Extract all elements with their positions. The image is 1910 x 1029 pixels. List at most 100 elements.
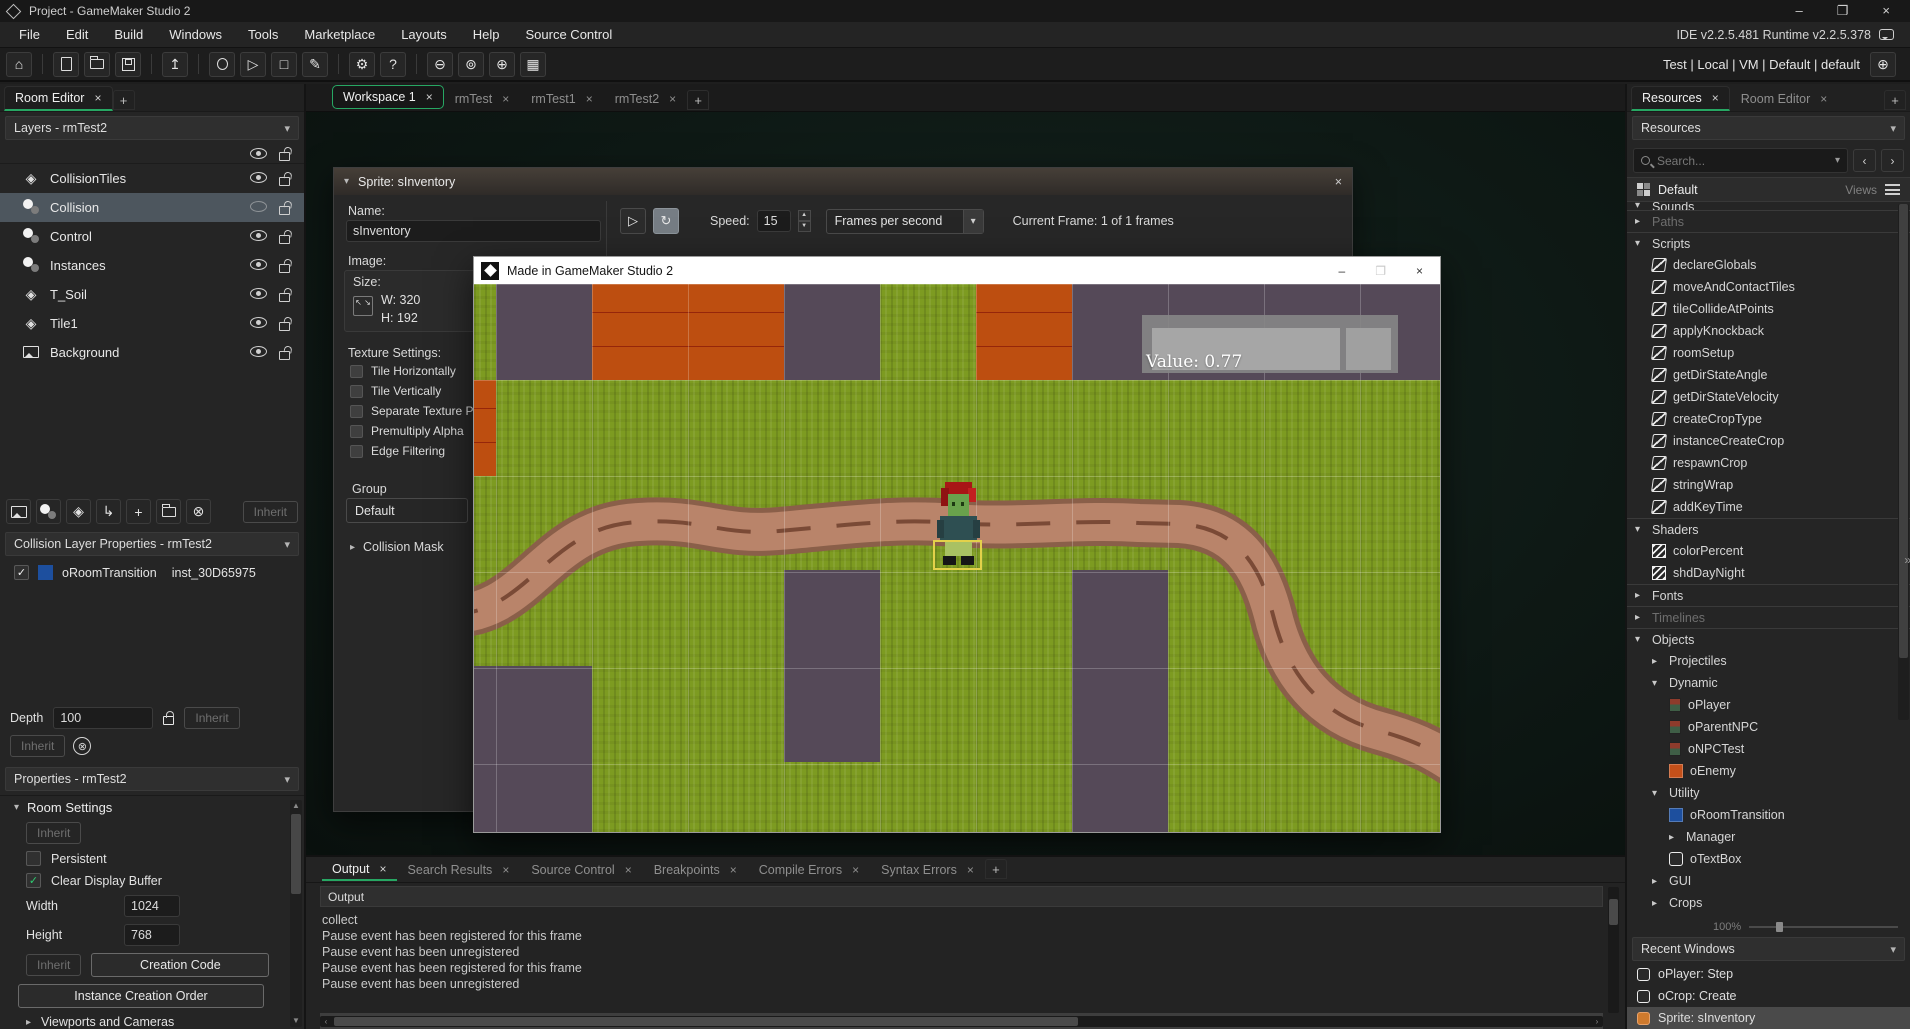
output-log[interactable]: collectPause event has been registered f… xyxy=(306,907,1625,1012)
search-input[interactable]: Search... ▾ xyxy=(1633,148,1848,173)
collapsed-arrow-icon[interactable]: ▸ xyxy=(1635,612,1645,623)
output-hscrollbar[interactable]: ‹ › xyxy=(320,1016,1603,1027)
game-viewport[interactable]: Value: 0.77 xyxy=(474,284,1440,832)
tree-item-shddaynight[interactable]: shdDayNight xyxy=(1627,562,1910,584)
scrollbar-thumb[interactable] xyxy=(1899,204,1908,658)
depth-input[interactable]: 100 xyxy=(53,707,153,729)
tree-item-tilecollideatpoints[interactable]: tileCollideAtPoints xyxy=(1627,298,1910,320)
collapse-arrow-icon[interactable]: ▾ xyxy=(344,176,349,187)
tab-add-tab[interactable]: + xyxy=(113,90,135,110)
tree-item-gui[interactable]: ▸GUI xyxy=(1627,870,1910,892)
layer-row-instances[interactable]: Instances xyxy=(0,251,304,280)
lock-icon[interactable] xyxy=(279,264,290,273)
speed-stepper[interactable]: ▲▼ xyxy=(798,210,811,232)
tree-item-stringwrap[interactable]: stringWrap xyxy=(1627,474,1910,496)
tree-item-shaders[interactable]: ▾Shaders xyxy=(1627,518,1910,540)
group-dropdown[interactable]: Default xyxy=(346,498,468,523)
tab-rmtest1[interactable]: rmTest1× xyxy=(520,87,603,111)
close-tab-icon[interactable]: × xyxy=(586,92,593,106)
clean-button[interactable]: ✎ xyxy=(302,52,328,77)
help-button[interactable]: ? xyxy=(380,52,406,77)
search-prev-button[interactable]: ‹ xyxy=(1853,149,1876,172)
scrollbar-thumb[interactable] xyxy=(1609,899,1618,925)
tree-item-timelines[interactable]: ▸Timelines xyxy=(1627,606,1910,628)
close-tab-icon[interactable]: × xyxy=(380,862,387,876)
speed-input[interactable]: 15 xyxy=(757,210,791,232)
game-window-titlebar[interactable]: Made in GameMaker Studio 2 – ❐ × xyxy=(474,257,1440,284)
collapsed-arrow-icon[interactable]: ▸ xyxy=(1635,590,1645,601)
loop-animation-button[interactable]: ↻ xyxy=(653,208,679,234)
creation-code-button[interactable]: Creation Code xyxy=(91,953,269,977)
close-tab-icon[interactable]: × xyxy=(852,863,859,877)
scrollbar-thumb[interactable] xyxy=(291,814,301,894)
tree-item-paths[interactable]: ▸Paths xyxy=(1627,210,1910,232)
path-layer-button[interactable]: ↳ xyxy=(96,499,121,524)
expand-arrow-icon[interactable]: ▾ xyxy=(1635,202,1645,210)
collapsed-arrow-icon[interactable]: ▸ xyxy=(1669,832,1679,843)
game-minimize-button[interactable]: – xyxy=(1339,264,1346,278)
tree-item-utility[interactable]: ▾Utility xyxy=(1627,782,1910,804)
settings-inherit-button[interactable]: Inherit xyxy=(26,954,81,976)
home-button[interactable]: ⌂ xyxy=(6,52,32,77)
recent-sprite-sinventory[interactable]: Sprite: sInventory xyxy=(1627,1007,1910,1029)
target-manager-button[interactable]: ⊕ xyxy=(1870,52,1896,77)
expand-arrow-icon[interactable]: ▾ xyxy=(1635,238,1645,249)
expand-arrow-icon[interactable]: ▾ xyxy=(14,802,19,813)
expand-arrow-icon[interactable]: ▾ xyxy=(1635,634,1645,645)
lock-icon[interactable] xyxy=(279,235,290,244)
collapsed-arrow-icon[interactable]: ▸ xyxy=(1652,656,1662,667)
clear-display-buffer-checkbox[interactable]: ✓ xyxy=(26,873,41,888)
visibility-eye-icon[interactable] xyxy=(250,230,267,241)
collapsed-arrow-icon[interactable]: ▸ xyxy=(1635,216,1645,227)
tree-item-projectiles[interactable]: ▸Projectiles xyxy=(1627,650,1910,672)
tab-workspace-1[interactable]: Workspace 1× xyxy=(332,85,444,109)
cancel-icon[interactable]: ⊗ xyxy=(73,737,91,755)
feedback-chat-icon[interactable] xyxy=(1879,29,1894,40)
tab-rmtest[interactable]: rmTest× xyxy=(444,87,521,111)
tab-resources[interactable]: Resources× xyxy=(1631,86,1730,111)
tab-output[interactable]: Output× xyxy=(322,859,397,881)
settings-button[interactable]: ⚙ xyxy=(349,52,375,77)
collision-layer-properties-header[interactable]: Collision Layer Properties - rmTest2 ▾ xyxy=(5,532,299,556)
recent-ocrop-create[interactable]: oCrop: Create xyxy=(1627,985,1910,1007)
close-tab-icon[interactable]: × xyxy=(669,92,676,106)
tree-item-oparentnpc[interactable]: oParentNPC xyxy=(1627,716,1910,738)
tree-item-scripts[interactable]: ▾Scripts xyxy=(1627,232,1910,254)
tab-room-editor[interactable]: Room Editor× xyxy=(4,86,113,111)
visibility-eye-icon[interactable] xyxy=(250,259,267,270)
menu-icon[interactable] xyxy=(1885,184,1900,195)
lock-icon[interactable] xyxy=(279,293,290,302)
lock-icon[interactable] xyxy=(279,177,290,186)
layer-row-t-soil[interactable]: ◈T_Soil xyxy=(0,280,304,309)
menu-help[interactable]: Help xyxy=(460,22,513,48)
layer-row-collisiontiles[interactable]: ◈CollisionTiles xyxy=(0,164,304,193)
tab-source-control[interactable]: Source Control× xyxy=(520,859,642,881)
tree-item-roomsetup[interactable]: roomSetup xyxy=(1627,342,1910,364)
menu-marketplace[interactable]: Marketplace xyxy=(291,22,388,48)
menu-edit[interactable]: Edit xyxy=(53,22,101,48)
menu-file[interactable]: File xyxy=(6,22,53,48)
tab-add-tab[interactable]: + xyxy=(985,859,1007,879)
search-next-button[interactable]: › xyxy=(1881,149,1904,172)
stop-button[interactable]: □ xyxy=(271,52,297,77)
game-maximize-button[interactable]: ❐ xyxy=(1375,264,1386,278)
room-width-input[interactable]: 1024 xyxy=(124,895,180,917)
visibility-eye-icon[interactable] xyxy=(250,317,267,328)
checkbox-box[interactable] xyxy=(350,445,363,458)
menu-layouts[interactable]: Layouts xyxy=(388,22,460,48)
close-tab-icon[interactable]: × xyxy=(94,91,101,105)
sprite-editor-titlebar[interactable]: ▾ Sprite: sInventory × xyxy=(334,168,1352,195)
tab-compile-errors[interactable]: Compile Errors× xyxy=(748,859,870,881)
background-layer-button[interactable] xyxy=(6,499,31,524)
play-animation-button[interactable]: ▷ xyxy=(620,208,646,234)
checkbox-box[interactable] xyxy=(350,365,363,378)
menu-source-control[interactable]: Source Control xyxy=(513,22,626,48)
layer-row-tile1[interactable]: ◈Tile1 xyxy=(0,309,304,338)
expand-arrow-icon[interactable]: ▾ xyxy=(1635,524,1645,535)
visibility-eye-icon[interactable] xyxy=(250,172,267,183)
close-tab-icon[interactable]: × xyxy=(967,863,974,877)
resource-view-row[interactable]: Default Views xyxy=(1627,177,1910,202)
lock-icon[interactable] xyxy=(279,351,290,360)
resize-icon[interactable]: ↖ ↘ xyxy=(353,296,373,316)
tree-item-applyknockback[interactable]: applyKnockback xyxy=(1627,320,1910,342)
